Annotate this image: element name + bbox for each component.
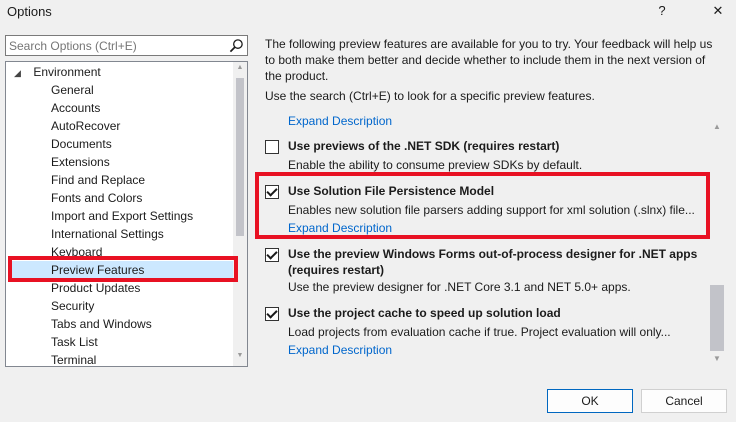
tree-item-autorecover[interactable]: AutoRecover <box>51 117 120 135</box>
option-project-cache-checkbox[interactable] <box>265 307 279 321</box>
tree-item-documents[interactable]: Documents <box>51 135 112 153</box>
scroll-down-icon[interactable]: ▼ <box>710 354 724 363</box>
tree-item-environment[interactable]: ◢ Environment <box>14 63 101 81</box>
tree-item-import-export-settings[interactable]: Import and Export Settings <box>51 207 193 225</box>
expand-arrow-icon[interactable]: ◢ <box>14 64 26 82</box>
scroll-up-icon[interactable]: ▲ <box>710 122 724 131</box>
tree-item-accounts[interactable]: Accounts <box>51 99 100 117</box>
cancel-button[interactable]: Cancel <box>641 389 727 413</box>
tree-scrollbar[interactable]: ▲ ▼ <box>233 62 247 366</box>
tree-item-preview-features[interactable]: Preview Features <box>11 261 237 279</box>
options-scrollbar[interactable]: ▲ ▼ <box>710 118 724 368</box>
tree-item-extensions[interactable]: Extensions <box>51 153 110 171</box>
tree-item-tabs-and-windows[interactable]: Tabs and Windows <box>51 315 152 333</box>
option-winforms-designer-checkbox[interactable] <box>265 248 279 262</box>
tree-scroll-thumb[interactable] <box>236 78 244 236</box>
options-scroll-thumb[interactable] <box>710 285 724 351</box>
tree-item-task-list[interactable]: Task List <box>51 333 98 351</box>
option-dotnet-sdk-checkbox[interactable] <box>265 140 279 154</box>
options-tree[interactable]: ◢ Environment General Accounts AutoRecov… <box>5 61 248 367</box>
title-bar: Options ? ✕ <box>0 0 736 24</box>
option-title: Use the project cache to speed up soluti… <box>288 306 561 320</box>
hint-text: Use the search (Ctrl+E) to look for a sp… <box>265 89 595 103</box>
tree-item-find-and-replace[interactable]: Find and Replace <box>51 171 145 189</box>
tree-item-product-updates[interactable]: Product Updates <box>51 279 140 297</box>
option-desc: Use the preview designer for .NET Core 3… <box>288 280 631 294</box>
tree-item-keyboard[interactable]: Keyboard <box>51 243 102 261</box>
intro-text: The following preview features are avail… <box>265 37 713 83</box>
ok-button[interactable]: OK <box>547 389 633 413</box>
option-title: Use the preview Windows Forms out-of-pro… <box>288 247 698 261</box>
search-icon[interactable] <box>229 38 244 53</box>
option-solution-persistence-checkbox[interactable] <box>265 185 279 199</box>
expand-description-link[interactable]: Expand Description <box>288 343 392 357</box>
option-desc: Load projects from evaluation cache if t… <box>288 325 671 339</box>
option-desc: Enable the ability to consume preview SD… <box>288 158 583 172</box>
tree-item-general[interactable]: General <box>51 81 94 99</box>
window-title: Options <box>7 4 52 19</box>
option-desc: Enables new solution file parsers adding… <box>288 203 695 217</box>
search-box[interactable] <box>5 35 248 56</box>
option-title: Use previews of the .NET SDK (requires r… <box>288 139 560 153</box>
close-button[interactable]: ✕ <box>704 0 732 22</box>
tree-item-international-settings[interactable]: International Settings <box>51 225 164 243</box>
tree-item-terminal[interactable]: Terminal <box>51 351 96 366</box>
tree-item-label: Environment <box>33 65 101 79</box>
help-button[interactable]: ? <box>650 0 674 22</box>
option-title: Use Solution File Persistence Model <box>288 184 495 198</box>
scroll-down-icon[interactable]: ▼ <box>233 352 247 359</box>
search-input[interactable] <box>9 38 219 53</box>
expand-description-link[interactable]: Expand Description <box>288 114 392 128</box>
tree-item-security[interactable]: Security <box>51 297 94 315</box>
option-title-continued: (requires restart) <box>288 263 385 277</box>
scroll-up-icon[interactable]: ▲ <box>233 64 247 71</box>
tree-item-fonts-and-colors[interactable]: Fonts and Colors <box>51 189 142 207</box>
expand-description-link[interactable]: Expand Description <box>288 221 392 235</box>
